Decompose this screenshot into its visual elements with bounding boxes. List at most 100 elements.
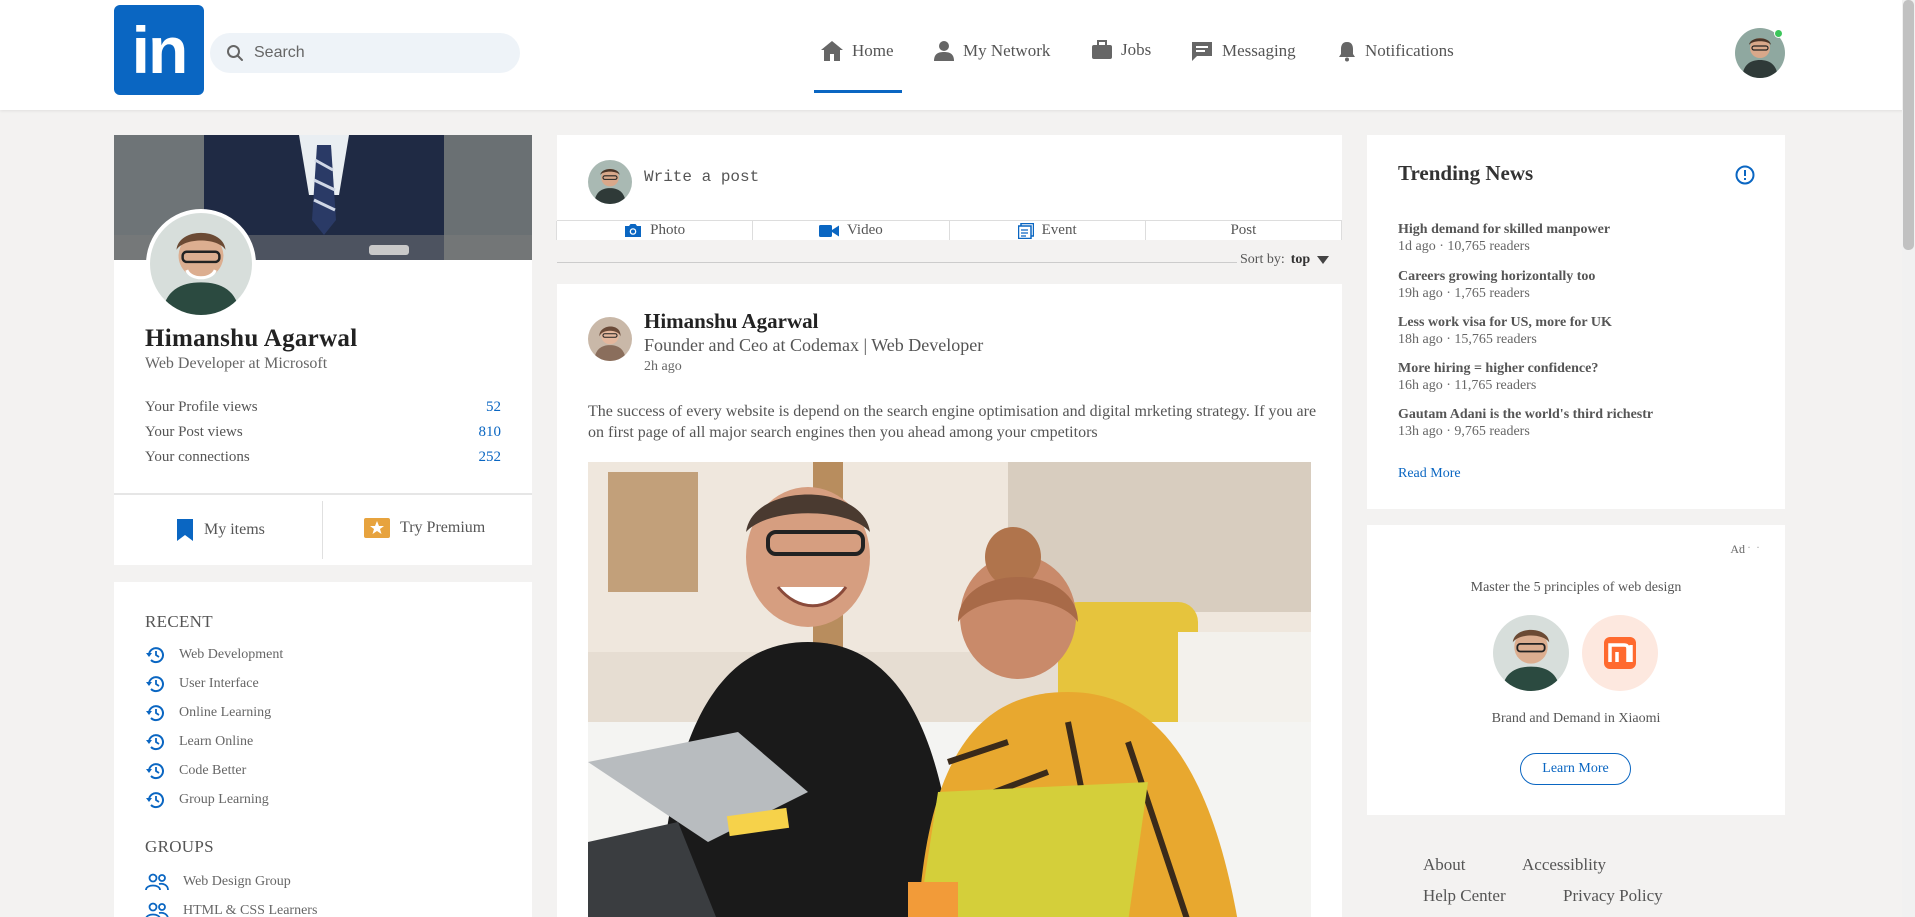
- nav-notifications[interactable]: Notifications: [1337, 40, 1454, 62]
- recent-item[interactable]: Group Learning: [145, 791, 269, 809]
- news-item[interactable]: Gautam Adani is the world's third riches…: [1398, 407, 1653, 440]
- video-label: Video: [846, 222, 883, 238]
- news-item[interactable]: High demand for skilled manpower 1d ago ·…: [1398, 222, 1610, 255]
- stat-value: 810: [478, 424, 502, 440]
- sort-value: top: [1290, 252, 1311, 267]
- stat-post-views[interactable]: Your Post views 810: [145, 424, 501, 441]
- photo-button[interactable]: Photo: [556, 221, 754, 240]
- post-timestamp: 2h ago: [644, 359, 682, 374]
- nav-jobs-label: Jobs: [1121, 40, 1152, 59]
- nav-jobs[interactable]: Jobs: [1091, 40, 1151, 60]
- profile-avatar[interactable]: [146, 209, 256, 319]
- scrollbar-thumb[interactable]: [1903, 0, 1914, 250]
- feed-post: Himanshu Agarwal Founder and Ceo at Code…: [557, 284, 1342, 917]
- ad-caption: Brand and Demand in Xiaomi: [1491, 711, 1661, 726]
- stat-label: Your connections: [145, 449, 250, 465]
- news-title: Less work visa for US, more for UK: [1398, 315, 1612, 330]
- group-item-label: Web Design Group: [183, 874, 291, 889]
- composer-tabs: Photo Video Event Post: [556, 220, 1342, 240]
- divider: [322, 501, 323, 559]
- news-title: More hiring = higher confidence?: [1398, 361, 1599, 376]
- footer-about-link[interactable]: About: [1423, 855, 1466, 875]
- nav-my-network[interactable]: My Network: [933, 40, 1050, 62]
- recent-title: RECENT: [145, 612, 213, 631]
- news-item[interactable]: Less work visa for US, more for UK 18h ag…: [1398, 315, 1612, 348]
- stat-connections[interactable]: Your connections 252: [145, 449, 501, 466]
- search-box[interactable]: [210, 33, 520, 73]
- ad-user-avatar: [1493, 615, 1569, 691]
- news-item[interactable]: More hiring = higher confidence? 16h ago …: [1398, 361, 1598, 394]
- stat-label: Your Post views: [145, 424, 243, 440]
- nav-notifications-label: Notifications: [1365, 41, 1454, 60]
- news-meta: 16h ago · 11,765 readers: [1398, 378, 1537, 393]
- recent-item-label: Code Better: [179, 763, 247, 778]
- history-icon: [146, 676, 164, 693]
- write-post-input[interactable]: [644, 168, 1244, 186]
- learn-more-button[interactable]: Learn More: [1520, 753, 1631, 785]
- footer-privacy-link[interactable]: Privacy Policy: [1563, 886, 1663, 906]
- history-icon: [146, 792, 164, 809]
- post-image[interactable]: [588, 462, 1311, 917]
- recent-item[interactable]: Web Development: [145, 646, 283, 664]
- group-icon: [145, 902, 169, 917]
- news-meta: 19h ago · 1,765 readers: [1398, 286, 1530, 301]
- news-title: High demand for skilled manpower: [1398, 222, 1611, 237]
- history-icon: [146, 763, 164, 780]
- online-status-dot: [1774, 29, 1783, 38]
- post-button[interactable]: Post: [1144, 221, 1342, 240]
- post-label: Post: [1230, 222, 1257, 238]
- linkedin-logo[interactable]: in: [114, 5, 204, 95]
- recent-item[interactable]: Online Learning: [145, 704, 271, 722]
- person-icon: [934, 41, 954, 61]
- post-author-name[interactable]: Himanshu Agarwal: [644, 309, 818, 334]
- profile-title: Web Developer at Microsoft: [145, 355, 328, 372]
- trending-news-card: Trending News High demand for skilled ma…: [1367, 135, 1785, 509]
- stat-profile-views[interactable]: Your Profile views 52: [145, 399, 501, 416]
- briefcase-icon: [1092, 40, 1112, 59]
- history-icon: [146, 647, 164, 664]
- search-icon: [227, 45, 243, 61]
- bookmark-icon: [177, 519, 193, 541]
- profile-name[interactable]: Himanshu Agarwal: [145, 325, 357, 353]
- top-navbar: in Home My Network Jobs Messaging Notifi…: [0, 0, 1915, 110]
- feed-divider: [557, 262, 1237, 263]
- news-item[interactable]: Careers growing horizontally too 19h ago …: [1398, 269, 1595, 302]
- event-button[interactable]: Event: [948, 221, 1146, 240]
- read-more-link[interactable]: Read More: [1398, 466, 1461, 482]
- post-author-avatar[interactable]: [588, 317, 632, 361]
- news-meta: 13h ago · 9,765 readers: [1398, 424, 1530, 439]
- video-button[interactable]: Video: [752, 221, 950, 240]
- news-title: Careers growing horizontally too: [1398, 269, 1596, 284]
- post-text: The success of every website is depend o…: [588, 403, 1317, 441]
- nav-home[interactable]: Home: [820, 40, 894, 62]
- more-options-icon[interactable]: · · ·: [1738, 540, 1761, 555]
- camera-icon: [625, 224, 642, 237]
- groups-title: GROUPS: [145, 837, 214, 856]
- sort-dropdown[interactable]: Sort by: top: [1240, 252, 1330, 268]
- group-item[interactable]: Web Design Group: [145, 873, 291, 891]
- recent-item[interactable]: Code Better: [145, 762, 246, 780]
- search-input[interactable]: [254, 33, 504, 73]
- post-author-headline: Founder and Ceo at Codemax | Web Develop…: [644, 335, 984, 355]
- stat-value: 252: [478, 449, 502, 465]
- try-premium-button[interactable]: Try Premium: [364, 518, 485, 538]
- recent-item[interactable]: Learn Online: [145, 733, 253, 751]
- my-items-button[interactable]: My items: [176, 518, 265, 542]
- group-item[interactable]: HTML & CSS Learners: [145, 902, 317, 917]
- footer-help-center-link[interactable]: Help Center: [1423, 886, 1506, 906]
- recent-item[interactable]: User Interface: [145, 675, 259, 693]
- caret-down-icon: [1317, 256, 1330, 264]
- news-title: Gautam Adani is the world's third riches…: [1398, 407, 1654, 422]
- divider: [114, 493, 532, 495]
- history-icon: [146, 705, 164, 722]
- recent-item-label: Learn Online: [179, 734, 254, 749]
- history-icon: [146, 734, 164, 751]
- info-icon[interactable]: [1735, 165, 1755, 185]
- home-icon: [821, 41, 843, 61]
- footer-accessibility-link[interactable]: Accessiblity: [1522, 855, 1606, 875]
- event-icon: [1017, 222, 1034, 239]
- nav-messaging[interactable]: Messaging: [1190, 40, 1296, 62]
- ad-card: Ad · · · Master the 5 principles of web …: [1367, 525, 1785, 815]
- news-meta: 1d ago · 10,765 readers: [1398, 239, 1530, 254]
- group-item-label: HTML & CSS Learners: [183, 903, 318, 917]
